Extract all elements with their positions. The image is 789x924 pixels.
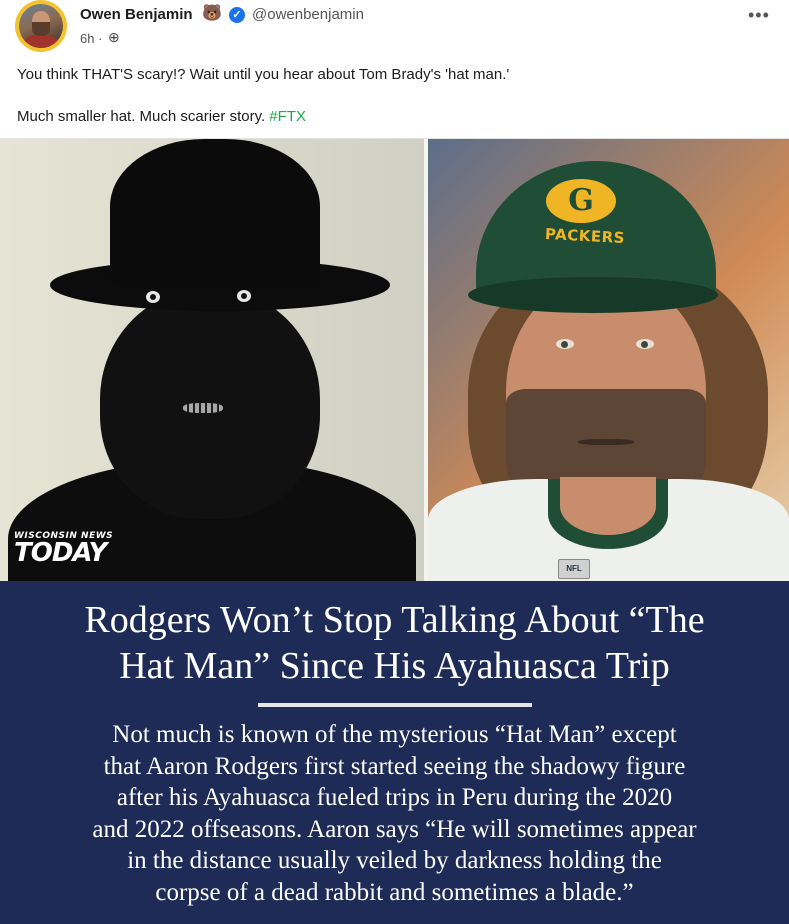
post-timestamp[interactable]: 6h · — [80, 31, 102, 46]
packers-logo-icon — [546, 179, 616, 223]
nfl-badge-icon: NFL — [558, 559, 590, 579]
body-line: in the distance usually veiled by darkne… — [127, 847, 662, 874]
post-text-line1: You think THAT'S scary!? Wait until you … — [17, 66, 510, 83]
globe-icon: ⊕ — [108, 29, 120, 45]
player-eye-left — [556, 339, 574, 349]
shadow-eye-left — [146, 291, 160, 303]
avatar-beard — [32, 22, 50, 36]
post-header: Owen Benjamin 🐻 ✓ @owenbenjamin 6h · ⊕ •… — [0, 0, 789, 56]
hashtag-link[interactable]: #FTX — [269, 108, 306, 125]
image-body-text: Not much is known of the mysterious “Hat… — [10, 719, 779, 908]
post-text-line2: Much smaller hat. Much scarier story. #F… — [17, 108, 306, 125]
headline-line: Rodgers Won’t Stop Talking About “The — [84, 599, 705, 641]
headline-line: Hat Man” Since His Ayahuasca Trip — [119, 645, 670, 687]
body-line: after his Ayahuasca fueled trips in Peru… — [116, 784, 673, 811]
cap-brim — [468, 277, 718, 313]
news-watermark-logo: WISCONSIN NEWS TODAY — [14, 531, 113, 568]
avatar-photo — [19, 4, 63, 48]
bear-emoji-icon: 🐻 — [202, 5, 222, 22]
hat-crown — [110, 139, 320, 289]
player-neck — [560, 477, 656, 535]
more-options-icon[interactable]: ••• — [748, 5, 770, 26]
image-headline: Rodgers Won’t Stop Talking About “The Ha… — [10, 597, 779, 689]
body-line: corpse of a dead rabbit and sometimes a … — [155, 878, 634, 906]
watermark-big-text: TODAY — [14, 538, 107, 568]
verified-badge-icon: ✓ — [229, 7, 245, 23]
author-name[interactable]: Owen Benjamin — [80, 6, 193, 23]
author-handle[interactable]: @owenbenjamin — [252, 6, 364, 23]
body-line: and 2022 offseasons. Aaron says “He will… — [92, 815, 697, 843]
hat-man-photo: WISCONSIN NEWS TODAY — [0, 139, 424, 581]
shadow-mouth — [183, 403, 223, 413]
avatar-shirt — [24, 35, 58, 48]
post-image[interactable]: WISCONSIN NEWS TODAY PACKERS NFL Rodgers… — [0, 139, 789, 924]
author-avatar[interactable] — [15, 0, 67, 52]
shadow-eye-right — [237, 290, 251, 302]
headline-underline — [258, 703, 532, 707]
player-photo: PACKERS NFL — [428, 139, 789, 581]
player-eye-right — [636, 339, 654, 349]
body-line: that Aaron Rodgers first started seeing … — [103, 752, 686, 780]
body-line: Not much is known of the mysterious “Hat… — [112, 721, 677, 748]
player-mouth — [578, 439, 634, 445]
post-text-line2-body: Much smaller hat. Much scarier story. — [17, 108, 270, 125]
